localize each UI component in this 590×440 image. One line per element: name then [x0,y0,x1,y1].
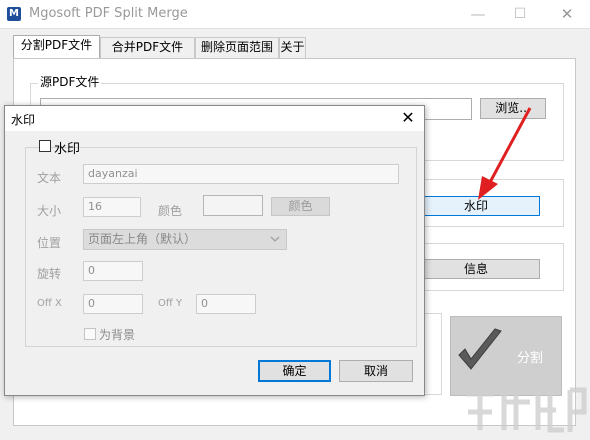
tab-split-pdf[interactable]: 分割PDF文件 [13,35,100,58]
offset-x-input[interactable]: 0 [83,294,143,314]
background-checkbox-label[interactable]: 为背景 [99,326,135,343]
cancel-button[interactable]: 取消 [339,360,413,382]
rotate-input[interactable]: 0 [83,261,143,281]
checkmark-icon [458,328,502,370]
maximize-button[interactable]: ☐ [505,4,535,24]
offset-y-input[interactable]: 0 [196,294,256,314]
tab-about[interactable]: 关于 [279,37,306,58]
position-select[interactable]: 页面左上角（默认） [83,229,287,250]
red-arrow-annotation [478,107,532,200]
dialog-title: 水印 [11,113,36,127]
tab-delete-page-range[interactable]: 删除页面范围 [195,37,279,58]
window-title: Mgosoft PDF Split Merge [29,6,188,21]
tab-merge-pdf[interactable]: 合并PDF文件 [100,37,195,58]
watermark-checkbox-label[interactable]: 水印 [54,138,80,157]
watermark-dialog: 水印 ✕ 水印 文本 dayanzai 大小 16 颜色 颜色 位置 页面左上角… [4,105,425,396]
pdf-app-icon: M [7,7,21,21]
text-input[interactable]: dayanzai [83,164,399,184]
ok-button[interactable]: 确定 [258,360,331,382]
background-checkbox[interactable] [84,328,96,340]
watermark-checkbox[interactable] [39,140,51,152]
color-button[interactable]: 颜色 [271,197,330,216]
text-label: 文本 [37,171,62,185]
minimize-button[interactable]: — [463,4,493,24]
chevron-down-icon [270,236,280,242]
split-button-label: 分割 [517,351,544,366]
site-watermark-graphic [466,387,587,433]
size-label: 大小 [37,204,62,218]
color-swatch [203,195,263,216]
source-pdf-label: 源PDF文件 [38,73,102,90]
dialog-close-button[interactable]: ✕ [397,107,419,129]
offset-x-label: Off X [37,298,62,309]
color-label: 颜色 [158,204,183,218]
offset-y-label: Off Y [158,298,183,309]
size-input[interactable]: 16 [83,197,141,217]
info-button[interactable]: 信息 [412,259,540,279]
position-label: 位置 [37,236,62,250]
dialog-title-bar [5,106,424,131]
rotate-label: 旋转 [37,267,62,281]
close-button[interactable]: ✕ [552,4,582,24]
